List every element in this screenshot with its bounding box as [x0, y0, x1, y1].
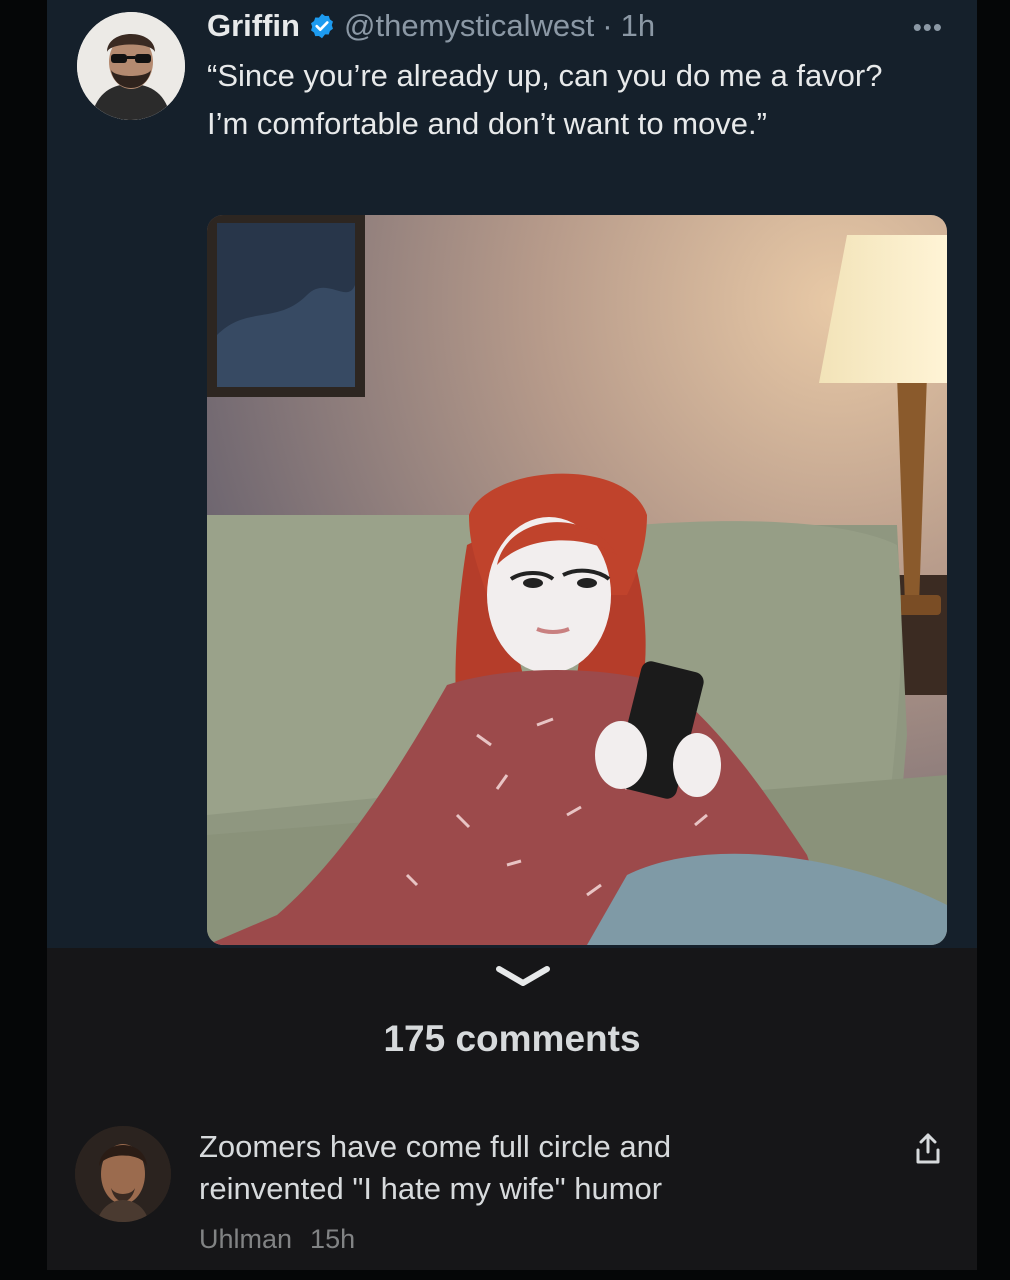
dot-separator: · [602, 8, 613, 43]
comment-author[interactable]: Uhlman [199, 1224, 292, 1255]
comment-meta: Uhlman 15h [199, 1224, 355, 1255]
chevron-down-icon[interactable] [495, 965, 551, 989]
more-dots-icon[interactable]: ••• [913, 12, 943, 43]
tweet-author-avatar[interactable] [77, 12, 185, 120]
comment-time: 15h [310, 1224, 356, 1254]
tweet-author-name[interactable]: Griffin [207, 8, 300, 44]
tweet-time[interactable]: 1h [621, 8, 655, 44]
share-icon[interactable] [913, 1132, 943, 1166]
tweet-header: Griffin @themysticalwest · 1h [207, 4, 655, 48]
comments-count: 175 comments [383, 1018, 641, 1059]
embedded-tweet[interactable]: Griffin @themysticalwest · 1h ••• “Since… [47, 0, 977, 948]
comment-text: Zoomers have come full circle and reinve… [199, 1129, 672, 1206]
tweet-image[interactable] [207, 215, 947, 945]
cartoon-illustration [207, 215, 947, 945]
screenshot-frame: Griffin @themysticalwest · 1h ••• “Since… [47, 0, 977, 1270]
tweet-text: “Since you’re already up, can you do me … [207, 58, 883, 141]
verified-badge-icon [308, 12, 336, 40]
tweet-handle[interactable]: @themysticalwest [344, 8, 594, 44]
comment-author-avatar[interactable] [75, 1126, 171, 1222]
